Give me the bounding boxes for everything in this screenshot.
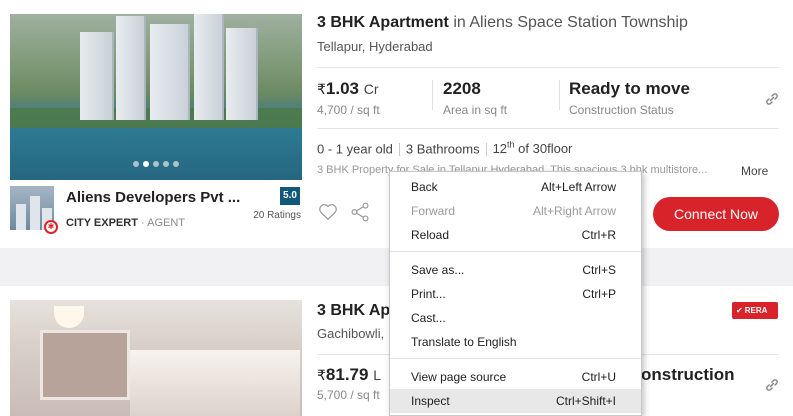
carousel-dots[interactable] bbox=[10, 154, 302, 172]
floor-suffix: th bbox=[507, 140, 515, 150]
photo-bed bbox=[130, 350, 300, 416]
menu-item-translate[interactable]: Translate to English bbox=[390, 330, 641, 354]
menu-item-shortcut: Ctrl+Shift+I bbox=[555, 394, 616, 408]
photo-tower bbox=[80, 32, 114, 120]
property-details: 0 - 1 year old 3 Bathrooms 12th of 30floor bbox=[317, 140, 573, 157]
menu-item-back[interactable]: Back Alt+Left Arrow bbox=[390, 175, 641, 199]
detail-separator bbox=[398, 143, 400, 157]
menu-item-view-source[interactable]: View page source Ctrl+U bbox=[390, 365, 641, 389]
carousel-dot[interactable] bbox=[163, 161, 169, 167]
rating-count: 20 Ratings bbox=[253, 210, 301, 221]
menu-item-print[interactable]: Print... Ctrl+P bbox=[390, 282, 641, 306]
price-amount: 1.03 bbox=[325, 79, 360, 98]
menu-item-shortcut: Alt+Left Arrow bbox=[540, 180, 616, 194]
menu-item-save-as[interactable]: Save as... Ctrl+S bbox=[390, 258, 641, 282]
heart-icon[interactable] bbox=[317, 201, 339, 223]
avatar-building bbox=[30, 196, 40, 230]
price-unit: L bbox=[373, 367, 381, 383]
link-icon[interactable] bbox=[764, 377, 780, 393]
menu-item-label: Cast... bbox=[411, 311, 446, 325]
bathrooms: 3 Bathrooms bbox=[405, 141, 480, 157]
price-value: ₹81.79 L bbox=[317, 365, 381, 385]
menu-separator bbox=[390, 251, 641, 252]
agent-tag: CITY EXPERT bbox=[66, 217, 138, 229]
photo-tower bbox=[226, 28, 258, 120]
share-icon[interactable] bbox=[349, 201, 371, 223]
carousel-dot[interactable] bbox=[153, 161, 159, 167]
status-value: Ready to move bbox=[569, 79, 690, 98]
property-locality: Tellapur, Hyderabad bbox=[317, 39, 433, 54]
menu-item-label: Translate to English bbox=[411, 335, 517, 349]
agent-type: CITY EXPERT · AGENT bbox=[66, 217, 185, 229]
check-icon: ✔ bbox=[736, 306, 743, 315]
agent-name[interactable]: Aliens Developers Pvt ... bbox=[66, 189, 240, 206]
menu-item-inspect[interactable]: Inspect Ctrl+Shift+I bbox=[390, 389, 641, 413]
property-age: 0 - 1 year old bbox=[317, 141, 393, 157]
avatar-building bbox=[16, 204, 26, 230]
carousel-dot[interactable] bbox=[173, 161, 179, 167]
property-photo[interactable] bbox=[10, 14, 302, 180]
city-expert-badge-icon: ✱ bbox=[44, 220, 58, 234]
price-per-sqft: 4,700 / sq ft bbox=[317, 103, 380, 117]
area-label: Area in sq ft bbox=[443, 103, 508, 117]
menu-item-label: Print... bbox=[411, 287, 446, 301]
menu-item-shortcut: Ctrl+P bbox=[582, 287, 616, 301]
photo-lamp bbox=[54, 306, 84, 328]
stat-divider bbox=[559, 80, 560, 110]
menu-item-cast[interactable]: Cast... bbox=[390, 306, 641, 330]
rupee-symbol: ₹ bbox=[317, 81, 326, 97]
menu-item-label: Save as... bbox=[411, 263, 465, 277]
menu-item-label: Reload bbox=[411, 228, 450, 242]
menu-item-reload[interactable]: Reload Ctrl+R bbox=[390, 223, 641, 247]
title-type: 3 BHK Ap bbox=[317, 302, 391, 319]
price-per-sqft: 5,700 / sq ft bbox=[317, 388, 380, 402]
floor-total: of 30floor bbox=[514, 141, 573, 157]
menu-item-shortcut: Alt+Right Arrow bbox=[532, 204, 616, 218]
menu-item-shortcut: Ctrl+U bbox=[581, 370, 616, 384]
property-title[interactable]: 3 BHK Apartment in Aliens Space Station … bbox=[317, 14, 688, 32]
agent-role: · AGENT bbox=[137, 217, 185, 229]
carousel-dot[interactable] bbox=[143, 161, 149, 167]
status-value: onstruction bbox=[641, 365, 735, 384]
title-project: in Aliens Space Station Township bbox=[448, 14, 688, 31]
photo-tower bbox=[150, 24, 190, 120]
menu-item-shortcut: Ctrl+R bbox=[581, 228, 616, 242]
photo-headboard bbox=[40, 330, 130, 400]
status-label: Construction Status bbox=[569, 103, 674, 117]
area-value: 2208 bbox=[443, 79, 481, 98]
divider bbox=[317, 67, 779, 68]
price-amount: 81.79 bbox=[325, 365, 369, 384]
price-value: ₹1.03 Cr bbox=[317, 79, 379, 99]
title-type: 3 BHK Apartment bbox=[317, 14, 449, 31]
menu-separator bbox=[390, 358, 641, 359]
rupee-symbol: ₹ bbox=[317, 367, 326, 383]
context-menu: Back Alt+Left Arrow Forward Alt+Right Arro… bbox=[389, 171, 642, 416]
floor-info: 12th of 30floor bbox=[492, 140, 573, 157]
rera-badge: ✔ RERA bbox=[732, 302, 778, 319]
rating-badge: 5.0 bbox=[280, 187, 300, 205]
floor-number: 12 bbox=[492, 141, 508, 157]
menu-item-forward[interactable]: Forward Alt+Right Arrow bbox=[390, 199, 641, 223]
property-locality: Gachibowli, bbox=[317, 326, 385, 341]
more-link[interactable]: More bbox=[741, 164, 768, 178]
photo-tower bbox=[194, 14, 224, 120]
property-photo[interactable] bbox=[10, 300, 302, 416]
property-title[interactable]: 3 BHK Ap bbox=[317, 302, 390, 320]
rera-label: RERA bbox=[744, 306, 768, 315]
divider bbox=[317, 128, 779, 129]
menu-item-label: Back bbox=[411, 180, 438, 194]
menu-item-label: Forward bbox=[411, 204, 456, 218]
price-unit: Cr bbox=[363, 81, 379, 97]
menu-item-label: Inspect bbox=[411, 394, 450, 408]
menu-item-label: View page source bbox=[411, 370, 507, 384]
link-icon[interactable] bbox=[764, 91, 780, 107]
detail-separator bbox=[485, 143, 487, 157]
carousel-dot[interactable] bbox=[133, 161, 139, 167]
menu-item-shortcut: Ctrl+S bbox=[582, 263, 616, 277]
photo-tower bbox=[116, 16, 146, 120]
connect-now-button[interactable]: Connect Now bbox=[653, 197, 779, 231]
stat-divider bbox=[432, 80, 433, 110]
